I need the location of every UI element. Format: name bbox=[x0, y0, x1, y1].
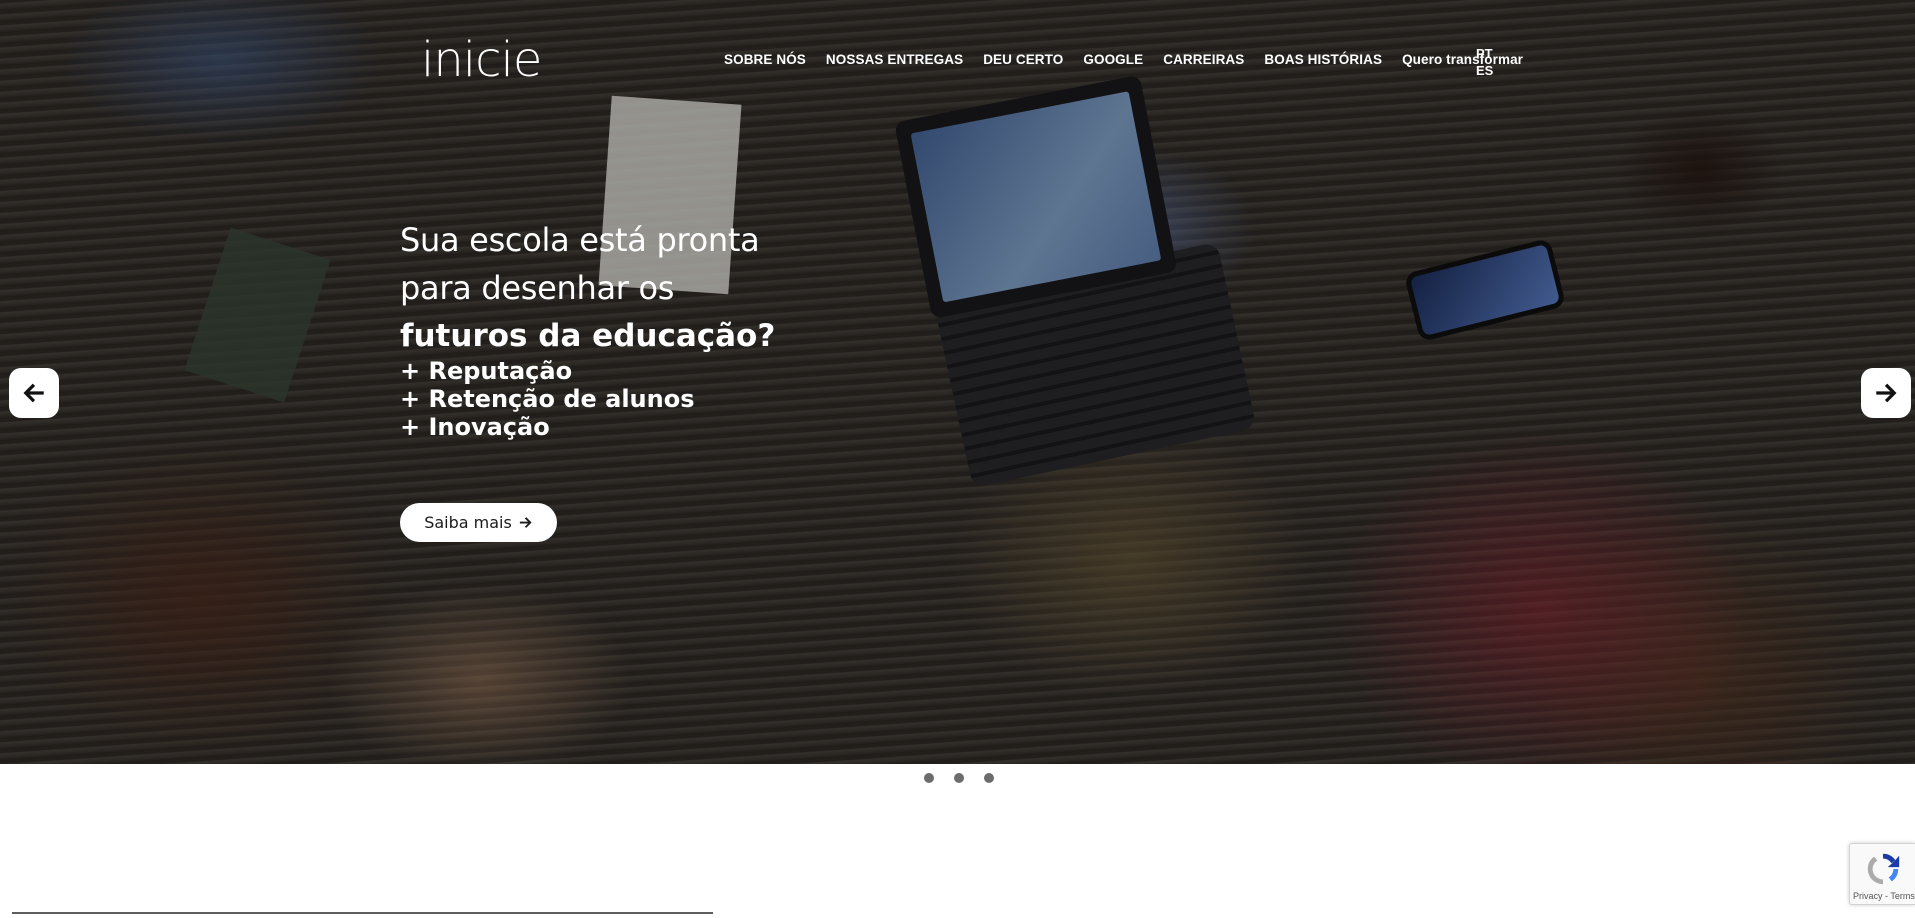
carousel-dot-2[interactable] bbox=[954, 773, 964, 783]
hero-banner: inicie SOBRE NÓS NOSSAS ENTREGAS DEU CER… bbox=[0, 0, 1915, 764]
hero-headline-line-1: Sua escola está pronta bbox=[400, 221, 760, 259]
nav-item-sobre-nos[interactable]: SOBRE NÓS bbox=[724, 52, 806, 67]
saiba-mais-label: Saiba mais bbox=[424, 513, 512, 532]
hero-headline: Sua escola está pronta para desenhar os … bbox=[400, 216, 775, 360]
arrow-right-icon bbox=[519, 517, 532, 528]
main-nav: SOBRE NÓS NOSSAS ENTREGAS DEU CERTO GOOG… bbox=[724, 52, 1543, 67]
carousel-prev-button[interactable] bbox=[9, 368, 59, 418]
hero-overlay bbox=[0, 0, 1915, 764]
arrow-right-icon bbox=[1876, 383, 1897, 403]
arrow-left-icon bbox=[23, 383, 44, 403]
benefit-item: + Reputação bbox=[400, 357, 573, 385]
language-pt[interactable]: PT bbox=[1476, 45, 1493, 62]
nav-item-boas-historias[interactable]: BOAS HISTÓRIAS bbox=[1264, 52, 1382, 67]
benefit-item: + Retenção de alunos bbox=[400, 385, 695, 413]
hero-headline-bold: futuros da educação? bbox=[400, 318, 776, 354]
recaptcha-icon bbox=[1867, 853, 1900, 885]
carousel-next-button[interactable] bbox=[1861, 368, 1911, 418]
carousel-dot-1[interactable] bbox=[924, 773, 934, 783]
language-es[interactable]: ES bbox=[1476, 62, 1493, 79]
nav-item-carreiras[interactable]: CARREIRAS bbox=[1163, 52, 1244, 67]
hero-headline-line-2: para desenhar os bbox=[400, 269, 675, 307]
recaptcha-links[interactable]: Privacy - Terms bbox=[1853, 891, 1915, 901]
recaptcha-badge[interactable]: Privacy - Terms bbox=[1849, 843, 1915, 905]
hero-benefits: + Reputação + Retenção de alunos + Inova… bbox=[400, 357, 695, 441]
carousel-dot-3[interactable] bbox=[984, 773, 994, 783]
brand-logo[interactable]: inicie bbox=[421, 32, 542, 88]
nav-item-google[interactable]: GOOGLE bbox=[1083, 52, 1143, 67]
saiba-mais-button[interactable]: Saiba mais bbox=[400, 503, 557, 542]
carousel-pagination bbox=[924, 773, 994, 783]
language-switcher: PT ES bbox=[1476, 45, 1493, 79]
nav-item-deu-certo[interactable]: DEU CERTO bbox=[983, 52, 1063, 67]
nav-item-quero-transformar[interactable]: Quero transformar bbox=[1402, 52, 1523, 67]
section-divider bbox=[12, 912, 713, 914]
benefit-item: + Inovação bbox=[400, 413, 550, 441]
nav-item-nossas-entregas[interactable]: NOSSAS ENTREGAS bbox=[826, 52, 963, 67]
